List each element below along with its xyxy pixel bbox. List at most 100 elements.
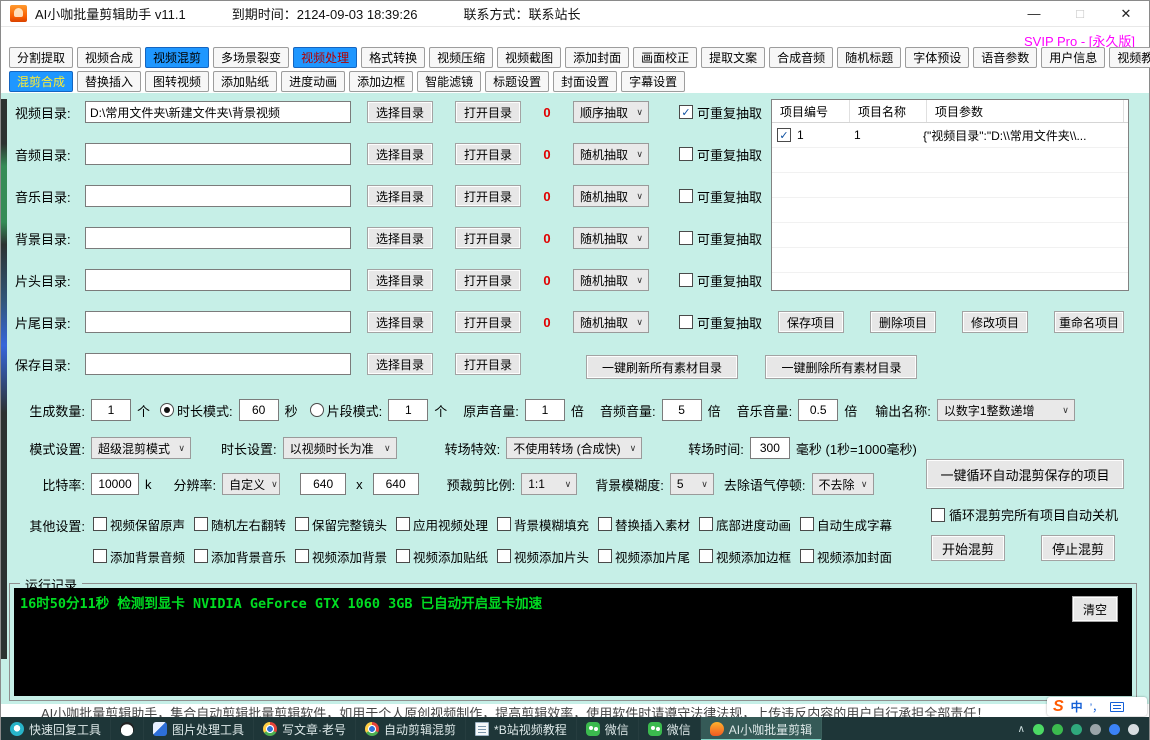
refresh-all-button[interactable]: 一键刷新所有素材目录 (586, 355, 738, 379)
option-自动生成字幕[interactable]: 自动生成字幕 (800, 515, 901, 534)
taskbar-item-自动剪辑混剪[interactable]: 自动剪辑混剪 (356, 717, 466, 740)
extract-mode-select[interactable]: 顺序抽取∨ (573, 101, 649, 123)
option-视频保留原声[interactable]: 视频保留原声 (93, 515, 194, 534)
punctuation-icon[interactable]: ’， (1090, 699, 1103, 715)
column-header-2[interactable]: 项目名称 (850, 100, 927, 122)
output-name-select[interactable]: 以数字1整数递增 ∨ (937, 399, 1075, 421)
tab-多场景裂变[interactable]: 多场景裂变 (213, 47, 289, 68)
dir-path-input[interactable] (85, 311, 351, 333)
open-dir-button[interactable]: 打开目录 (455, 185, 521, 207)
tab-格式转换[interactable]: 格式转换 (361, 47, 425, 68)
gen-count-input[interactable] (91, 399, 131, 421)
height-input[interactable] (373, 473, 419, 495)
select-dir-button[interactable]: 选择目录 (367, 353, 433, 375)
orig-volume-input[interactable] (525, 399, 565, 421)
select-dir-button[interactable]: 选择目录 (367, 143, 433, 165)
tray-icon-4[interactable] (1090, 724, 1101, 735)
taskbar-item-微信[interactable]: 微信 (577, 717, 639, 740)
segment-input[interactable] (388, 399, 428, 421)
tab-提取文案[interactable]: 提取文案 (701, 47, 765, 68)
tab-随机标题[interactable]: 随机标题 (837, 47, 901, 68)
column-header-3[interactable]: 项目参数 (927, 100, 1124, 122)
subtab-智能滤镜[interactable]: 智能滤镜 (417, 71, 481, 92)
music-volume-input[interactable] (798, 399, 838, 421)
option-随机左右翻转[interactable]: 随机左右翻转 (194, 515, 295, 534)
subtab-图转视频[interactable]: 图转视频 (145, 71, 209, 92)
subtab-添加边框[interactable]: 添加边框 (349, 71, 413, 92)
transition-select[interactable]: 不使用转场 (合成快) ∨ (506, 437, 642, 459)
loop-auto-mix-button[interactable]: 一键循环自动混剪保存的项目 (926, 459, 1124, 489)
log-console[interactable]: 16时50分11秒 检测到显卡 NVIDIA GeForce GTX 1060 … (14, 588, 1132, 696)
tab-视频压缩[interactable]: 视频压缩 (429, 47, 493, 68)
open-dir-button[interactable]: 打开目录 (455, 269, 521, 291)
open-dir-button[interactable]: 打开目录 (455, 311, 521, 333)
sogou-logo-icon[interactable]: S (1053, 699, 1064, 715)
sogou-input-bar[interactable]: S 中 ’， (1047, 697, 1147, 716)
select-dir-button[interactable]: 选择目录 (367, 311, 433, 333)
repeat-extract-checkbox[interactable]: 可重复抽取 (679, 313, 762, 332)
input-language-icon[interactable]: 中 (1071, 698, 1083, 715)
transition-time-input[interactable] (750, 437, 790, 459)
start-mix-button[interactable]: 开始混剪 (931, 535, 1005, 561)
tab-视频合成[interactable]: 视频合成 (77, 47, 141, 68)
stop-mix-button[interactable]: 停止混剪 (1041, 535, 1115, 561)
tray-expand-icon[interactable]: ∧ (1018, 724, 1025, 735)
tray-icon-1[interactable] (1033, 724, 1044, 735)
repeat-extract-checkbox[interactable]: ✓可重复抽取 (679, 103, 762, 122)
open-dir-button[interactable]: 打开目录 (455, 143, 521, 165)
open-dir-button[interactable]: 打开目录 (455, 101, 521, 123)
tray-icon-6[interactable] (1128, 724, 1139, 735)
tray-icon-5[interactable] (1109, 724, 1120, 735)
repeat-extract-checkbox[interactable]: 可重复抽取 (679, 271, 762, 290)
project-table[interactable]: 项目编号项目名称项目参数 ✓11{"视频目录":"D:\\常用文件夹\\... (771, 99, 1129, 291)
delete-all-materials-button[interactable]: 一键删除所有素材目录 (765, 355, 917, 379)
option-视频添加边框[interactable]: 视频添加边框 (699, 547, 800, 566)
rename-project-button[interactable]: 重命名项目 (1054, 311, 1124, 333)
option-视频添加片头[interactable]: 视频添加片头 (497, 547, 598, 566)
taskbar-item-写文章·老号[interactable]: 写文章·老号 (254, 717, 356, 740)
subtab-标题设置[interactable]: 标题设置 (485, 71, 549, 92)
tab-分割提取[interactable]: 分割提取 (9, 47, 73, 68)
repeat-extract-checkbox[interactable]: 可重复抽取 (679, 229, 762, 248)
subtab-字幕设置[interactable]: 字幕设置 (621, 71, 685, 92)
mode-select[interactable]: 超级混剪模式 ∨ (91, 437, 191, 459)
dir-path-input[interactable] (85, 227, 351, 249)
taskbar-item-快速回复工具[interactable]: 快速回复工具 (1, 717, 111, 740)
shutdown-option[interactable]: 循环混剪完所有项目自动关机 (931, 505, 1118, 524)
subtab-封面设置[interactable]: 封面设置 (553, 71, 617, 92)
option-底部进度动画[interactable]: 底部进度动画 (699, 515, 800, 534)
dir-path-input[interactable] (85, 185, 351, 207)
extract-mode-select[interactable]: 随机抽取∨ (573, 227, 649, 249)
select-dir-button[interactable]: 选择目录 (367, 185, 433, 207)
duration-mode-radio[interactable] (160, 403, 174, 417)
pause-remove-select[interactable]: 不去除 ∨ (812, 473, 874, 495)
subtab-混剪合成[interactable]: 混剪合成 (9, 71, 73, 92)
clear-log-button[interactable]: 清空 (1072, 596, 1118, 622)
extract-mode-select[interactable]: 随机抽取∨ (573, 185, 649, 207)
modify-project-button[interactable]: 修改项目 (962, 311, 1028, 333)
option-视频添加背景[interactable]: 视频添加背景 (295, 547, 396, 566)
option-保留完整镜头[interactable]: 保留完整镜头 (295, 515, 396, 534)
bitrate-input[interactable] (91, 473, 139, 495)
extract-mode-select[interactable]: 随机抽取∨ (573, 311, 649, 333)
dir-path-input[interactable] (85, 353, 351, 375)
extract-mode-select[interactable]: 随机抽取∨ (573, 143, 649, 165)
repeat-extract-checkbox[interactable]: 可重复抽取 (679, 145, 762, 164)
blur-select[interactable]: 5 ∨ (670, 473, 714, 495)
resolution-select[interactable]: 自定义 ∨ (222, 473, 280, 495)
taskbar-item-微信[interactable]: 微信 (639, 717, 701, 740)
duration-set-select[interactable]: 以视频时长为准 ∨ (283, 437, 397, 459)
select-dir-button[interactable]: 选择目录 (367, 227, 433, 249)
tray-icon-3[interactable] (1071, 724, 1082, 735)
select-dir-button[interactable]: 选择目录 (367, 101, 433, 123)
tab-画面校正[interactable]: 画面校正 (633, 47, 697, 68)
tray-icon-2[interactable] (1052, 724, 1063, 735)
close-button[interactable]: ✕ (1103, 1, 1149, 26)
segment-mode-radio[interactable] (310, 403, 324, 417)
open-dir-button[interactable]: 打开目录 (455, 353, 521, 375)
tab-视频教程[interactable]: 视频教程 (1109, 47, 1150, 68)
subtab-添加贴纸[interactable]: 添加贴纸 (213, 71, 277, 92)
tab-语音参数[interactable]: 语音参数 (973, 47, 1037, 68)
maximize-button[interactable]: □ (1057, 1, 1103, 26)
dir-path-input[interactable] (85, 101, 351, 123)
